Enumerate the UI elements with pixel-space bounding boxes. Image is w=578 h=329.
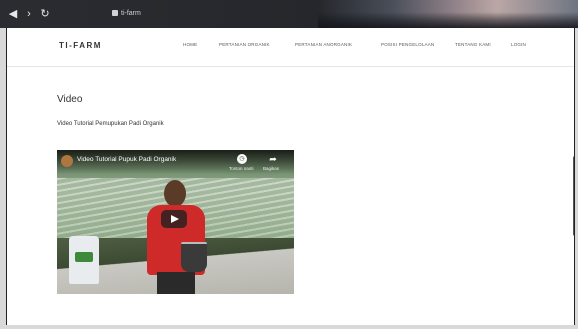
forward-icon[interactable]: › [22, 7, 36, 21]
share-icon[interactable]: ➦ [267, 154, 279, 164]
menu-item-pertanian-anorganik[interactable]: PERTANIAN ANORGANIK [295, 42, 352, 47]
video-player[interactable]: Video Tutorial Pupuk Padi Organik ◷ ➦ To… [57, 150, 294, 294]
video-overlay-title[interactable]: Video Tutorial Pupuk Padi Organik [77, 156, 176, 163]
video-overlay-bar: Video Tutorial Pupuk Padi Organik ◷ ➦ To… [57, 150, 294, 174]
menu-item-tentang-kami[interactable]: TENTANG KAMI [455, 42, 491, 47]
watch-later-icon[interactable]: ◷ [237, 154, 247, 164]
tree-silhouette [318, 12, 578, 28]
menu-item-home[interactable]: HOME [183, 42, 197, 47]
reload-icon[interactable]: ↻ [38, 7, 52, 21]
web-page: TI-FARM HOME PERTANIAN ORGANIK PERTANIAN… [6, 28, 575, 325]
lock-icon [112, 10, 118, 16]
watch-later-label[interactable]: Tonton nanti [229, 166, 254, 171]
play-button[interactable] [161, 210, 187, 228]
video-title: Video Tutorial Pemupukan Padi Organik [57, 121, 164, 127]
fertilizer-sack-label [75, 252, 93, 262]
menu-item-pertanian-organik[interactable]: PERTANIAN ORGANIK [219, 42, 270, 47]
main-menu: HOME PERTANIAN ORGANIK PERTANIAN ANORGAN… [7, 42, 574, 52]
share-label[interactable]: Bagikan [263, 166, 279, 171]
menu-item-posisi-pengelolaan[interactable]: POSISI PENGELOLAAN [381, 42, 434, 47]
back-icon[interactable]: ◀ [6, 7, 20, 21]
fertilizer-bucket [181, 242, 207, 272]
menu-item-login[interactable]: LOGIN [511, 42, 526, 47]
address-text: ti-farm [121, 10, 141, 17]
browser-toolbar: ◀ › ↻ ti-farm [0, 0, 578, 28]
farmer-legs [157, 272, 195, 294]
address-bar[interactable]: ti-farm [112, 9, 262, 19]
page-scrollbar[interactable] [573, 156, 574, 236]
farmer-head [164, 180, 186, 207]
page-title: Video [57, 94, 83, 105]
fertilizer-sack [69, 236, 99, 284]
site-header: TI-FARM HOME PERTANIAN ORGANIK PERTANIAN… [7, 28, 574, 67]
channel-avatar[interactable] [61, 155, 73, 167]
